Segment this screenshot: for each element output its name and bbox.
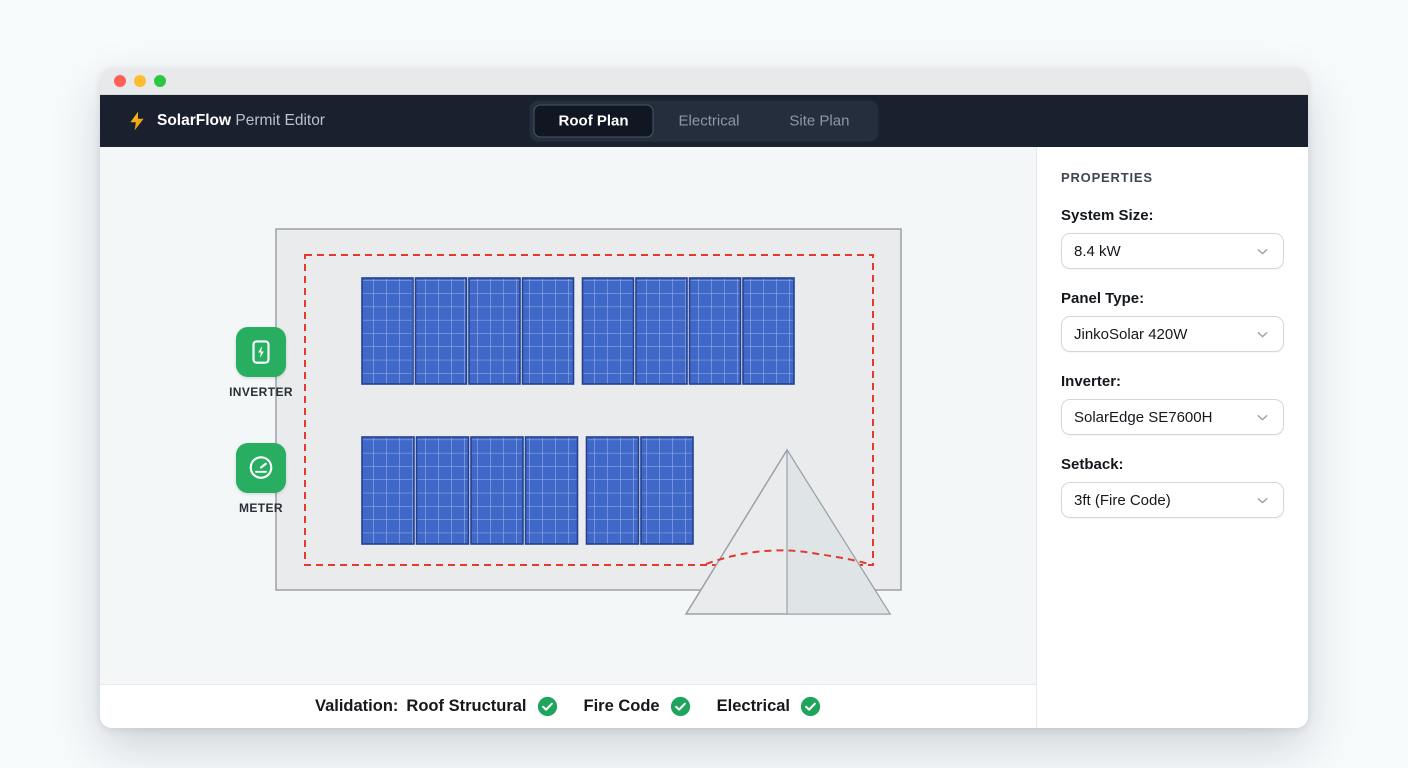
solar-panel[interactable]: [526, 437, 578, 544]
validation-item-label: Electrical: [717, 697, 790, 716]
window-minimize-button[interactable]: [134, 75, 146, 87]
window-close-button[interactable]: [114, 75, 126, 87]
properties-title: PROPERTIES: [1061, 170, 1284, 185]
field-system-size: System Size: 8.4 kW: [1061, 207, 1284, 269]
window-titlebar: [100, 68, 1308, 95]
panel-type-label: Panel Type:: [1061, 290, 1284, 307]
solar-panel[interactable]: [641, 437, 693, 544]
inverter-icon: [236, 327, 286, 377]
validation-item-label: Roof Structural: [406, 697, 526, 716]
inverter-label: INVERTER: [229, 385, 293, 399]
roof-plan-diagram: [100, 147, 1036, 684]
app-subtitle: Permit Editor: [235, 112, 325, 129]
chevron-down-icon: [1254, 492, 1271, 509]
meter-marker[interactable]: METER: [236, 443, 286, 515]
inverter-select[interactable]: SolarEdge SE7600H: [1061, 399, 1284, 435]
editor-column: INVERTER METER: [100, 147, 1036, 728]
setback-select[interactable]: 3ft (Fire Code): [1061, 482, 1284, 518]
view-tabs: Roof Plan Electrical Site Plan: [530, 101, 879, 142]
solar-panel[interactable]: [690, 278, 741, 384]
app-brand: SolarFlow Permit Editor: [126, 110, 325, 132]
solar-panel[interactable]: [587, 437, 639, 544]
check-icon: [800, 696, 821, 717]
solar-panel[interactable]: [469, 278, 520, 384]
setback-label: Setback:: [1061, 456, 1284, 473]
window-body: INVERTER METER: [100, 147, 1308, 728]
tab-roof-plan[interactable]: Roof Plan: [534, 105, 654, 138]
inverter-value: SolarEdge SE7600H: [1074, 409, 1212, 426]
validation-item-roof-structural: Roof Structural: [406, 696, 557, 717]
desktop-background: SolarFlow Permit Editor Roof Plan Electr…: [0, 0, 1408, 768]
roof-plan-canvas[interactable]: INVERTER METER: [100, 147, 1036, 684]
app-title: SolarFlow Permit Editor: [157, 112, 325, 130]
validation-prefix: Validation:: [315, 697, 398, 716]
inverter-marker[interactable]: INVERTER: [236, 327, 286, 399]
chevron-down-icon: [1254, 409, 1271, 426]
solar-panel[interactable]: [523, 278, 574, 384]
solar-panel[interactable]: [416, 278, 467, 384]
check-icon: [670, 696, 691, 717]
meter-icon: [236, 443, 286, 493]
panel-type-value: JinkoSolar 420W: [1074, 326, 1187, 343]
solar-panel[interactable]: [362, 437, 414, 544]
solar-panel[interactable]: [636, 278, 687, 384]
lightning-bolt-icon: [126, 110, 148, 132]
field-inverter: Inverter: SolarEdge SE7600H: [1061, 373, 1284, 435]
chevron-down-icon: [1254, 243, 1271, 260]
field-setback: Setback: 3ft (Fire Code): [1061, 456, 1284, 518]
solar-panel[interactable]: [471, 437, 523, 544]
validation-bar: Validation: Roof Structural Fire Code: [100, 684, 1036, 728]
system-size-label: System Size:: [1061, 207, 1284, 224]
window-zoom-button[interactable]: [154, 75, 166, 87]
app-window: SolarFlow Permit Editor Roof Plan Electr…: [100, 68, 1308, 728]
solar-panel[interactable]: [362, 278, 413, 384]
solar-panel[interactable]: [743, 278, 794, 384]
setback-value: 3ft (Fire Code): [1074, 492, 1171, 509]
inverter-field-label: Inverter:: [1061, 373, 1284, 390]
app-name: SolarFlow: [157, 112, 231, 129]
tab-site-plan[interactable]: Site Plan: [764, 105, 874, 138]
check-icon: [537, 696, 558, 717]
validation-item-fire-code: Fire Code: [584, 696, 691, 717]
system-size-value: 8.4 kW: [1074, 243, 1121, 260]
properties-panel: PROPERTIES System Size: 8.4 kW Panel Typ…: [1036, 147, 1308, 728]
solar-panel[interactable]: [583, 278, 634, 384]
app-header: SolarFlow Permit Editor Roof Plan Electr…: [100, 95, 1308, 147]
meter-label: METER: [239, 501, 283, 515]
system-size-select[interactable]: 8.4 kW: [1061, 233, 1284, 269]
validation-item-label: Fire Code: [584, 697, 660, 716]
field-panel-type: Panel Type: JinkoSolar 420W: [1061, 290, 1284, 352]
solar-panel[interactable]: [417, 437, 469, 544]
panel-type-select[interactable]: JinkoSolar 420W: [1061, 316, 1284, 352]
chevron-down-icon: [1254, 326, 1271, 343]
tab-electrical[interactable]: Electrical: [654, 105, 765, 138]
validation-item-electrical: Electrical: [717, 696, 821, 717]
